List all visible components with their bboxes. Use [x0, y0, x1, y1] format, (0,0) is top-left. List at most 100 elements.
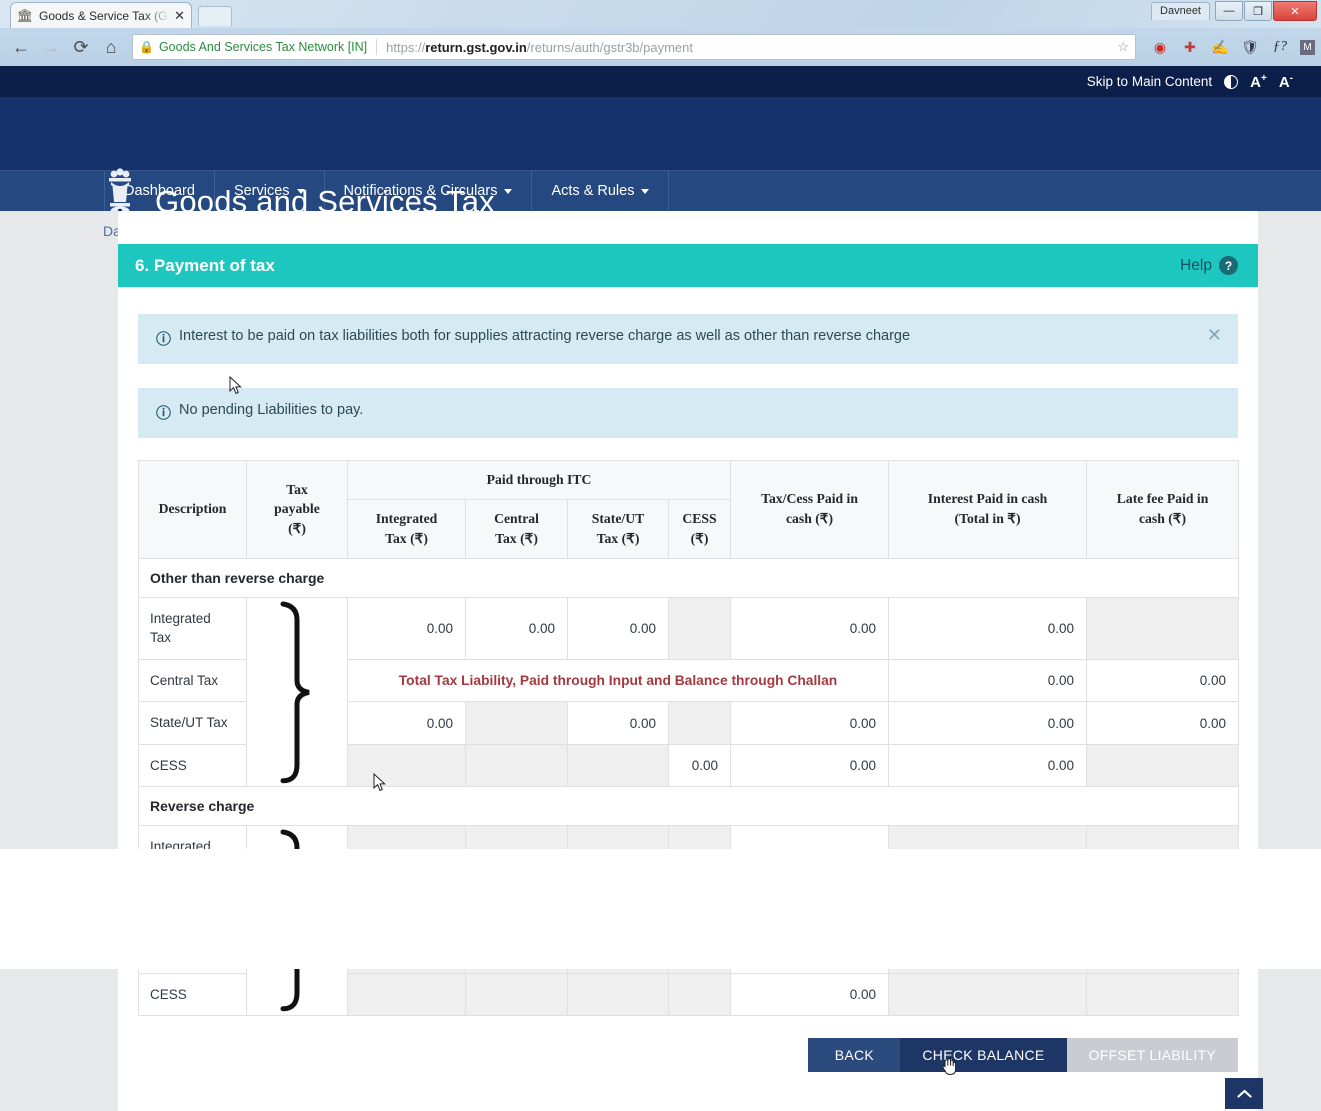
minimize-button[interactable]: —	[1215, 1, 1243, 21]
back-button[interactable]: BACK	[808, 1038, 901, 1073]
url-domain: return.gst.gov.in	[425, 39, 527, 55]
cell-itc-central-tax	[465, 743, 568, 788]
table-header-row-1: Description Tax payable (₹) Paid through…	[138, 460, 1240, 559]
cell-tax-cess-paid-in-cash: 0.00	[730, 972, 890, 1017]
cell-interest-paid-in-cash: 0.00	[888, 743, 1088, 788]
cell-itc-cess	[667, 701, 732, 745]
page-title: 6. Payment of tax	[135, 255, 275, 275]
window-user-chip[interactable]: Davneet	[1151, 2, 1210, 20]
offset-liability-button: OFFSET LIABILITY	[1066, 1038, 1238, 1073]
cell-itc-state-ut-tax: 0.00	[567, 701, 669, 745]
site-header: 👤 MEHTA ▾	[0, 97, 1321, 242]
browser-tab[interactable]: 🏛 Goods & Service Tax (GS ✕	[10, 2, 192, 28]
skip-to-main-content-link[interactable]: Skip to Main Content	[1087, 74, 1212, 89]
row-description: Central Tax	[138, 658, 247, 703]
gst-page: Skip to Main Content A+ A- 👤 MEHTA ▾	[0, 66, 1321, 1111]
url-scheme: https://	[386, 39, 426, 55]
url-path: /returns/auth/gstr3b/payment	[526, 39, 693, 55]
contrast-icon[interactable]	[1224, 74, 1239, 89]
lock-icon: 🔒	[139, 40, 154, 54]
cell-tax-cess-paid-in-cash: 0.00	[730, 743, 890, 788]
scroll-to-top-button[interactable]	[1225, 1078, 1263, 1109]
info-icon: ⓘ	[156, 332, 172, 348]
info-icon: ⓘ	[156, 406, 172, 422]
alert-interest-notice: ⓘ Interest to be paid on tax liabilities…	[138, 314, 1238, 364]
back-arrow-icon[interactable]: ←	[6, 33, 36, 61]
col-itc-central-tax: Central Tax (₹)	[465, 498, 568, 559]
chevron-down-icon	[641, 188, 650, 194]
tab-close-icon[interactable]: ✕	[174, 8, 185, 24]
cell-interest-paid-in-cash	[888, 972, 1088, 1017]
f-question-icon[interactable]: ƒ?	[1270, 37, 1290, 57]
url-text: https://return.gst.gov.in/returns/auth/g…	[386, 40, 693, 55]
maximize-button[interactable]: ❐	[1244, 1, 1272, 21]
cell-tax-cess-paid-in-cash: 0.00	[730, 596, 890, 660]
col-itc-cess: CESS (₹)	[667, 498, 732, 559]
cell-interest-paid-in-cash: 0.00	[888, 658, 1088, 703]
cell-itc-state-ut-tax	[567, 972, 669, 1017]
tab-favicon-emblem-icon: 🏛	[16, 7, 34, 23]
opera-icon[interactable]: ◉	[1150, 37, 1170, 57]
table-row: Integrated Tax 0.00 0.00 0.00 0.00 0.00	[138, 596, 1240, 788]
cell-itc-integrated-tax	[347, 743, 466, 788]
new-tab-button[interactable]	[198, 6, 232, 26]
page-footer-area	[0, 849, 1321, 969]
cell-itc-cess	[667, 596, 732, 660]
site-identity-label: Goods And Services Tax Network [IN]	[158, 40, 368, 54]
nav-item-label: Acts & Rules	[551, 183, 635, 199]
table-section-row: Other than reverse charge	[137, 557, 1240, 598]
m-icon[interactable]: M	[1300, 39, 1315, 55]
shield-icon[interactable]: 🛡	[1240, 37, 1260, 57]
paint-icon[interactable]: ✍	[1210, 37, 1230, 57]
tab-strip: 🏛 Goods & Service Tax (GS ✕	[0, 0, 1321, 28]
col-itc-state-ut-tax: State/UT Tax (₹)	[567, 498, 669, 559]
row-description: State/UT Tax	[138, 701, 247, 745]
row-description: CESS	[138, 743, 247, 788]
table-section-title: Reverse charge	[137, 786, 1240, 827]
font-increase-button[interactable]: A+	[1250, 73, 1267, 91]
reload-icon[interactable]: ⟳	[66, 33, 96, 61]
check-balance-button[interactable]: CHECK BALANCE	[900, 1038, 1067, 1073]
help-link[interactable]: Help ?	[1180, 256, 1238, 275]
cell-itc-cess	[667, 972, 732, 1017]
col-paid-through-itc: Paid through ITC	[346, 460, 732, 500]
help-label: Help	[1180, 256, 1212, 274]
cell-itc-central-tax: 0.00	[465, 596, 568, 660]
tax-payable-brace	[246, 596, 348, 788]
cell-late-fee-paid-in-cash	[1086, 596, 1240, 660]
tab-title: Goods & Service Tax (GS	[39, 8, 171, 23]
addon-icon[interactable]: ✚	[1180, 37, 1200, 57]
question-mark-icon: ?	[1219, 256, 1238, 275]
row-description: CESS	[138, 972, 247, 1017]
font-decrease-button[interactable]: A-	[1279, 73, 1293, 91]
close-window-button[interactable]: ✕	[1273, 1, 1317, 21]
cell-itc-integrated-tax: 0.00	[347, 596, 466, 660]
cell-tax-cess-paid-in-cash: 0.00	[730, 701, 890, 745]
content-panel: 6. Payment of tax Help ? ⓘ Interest to b…	[118, 211, 1258, 1111]
nav-item-acts-rules[interactable]: Acts & Rules	[532, 171, 670, 211]
cell-late-fee-paid-in-cash: 0.00	[1086, 658, 1240, 703]
address-bar[interactable]: 🔒 Goods And Services Tax Network [IN] ht…	[132, 34, 1136, 60]
forward-arrow-icon: →	[42, 36, 60, 57]
cell-itc-integrated-tax: 0.00	[347, 701, 466, 745]
cell-interest-paid-in-cash: 0.00	[888, 701, 1088, 745]
star-icon[interactable]: ☆	[1117, 39, 1129, 55]
col-late-fee-paid-in-cash: Late fee Paid in cash (₹)	[1086, 460, 1240, 559]
home-icon[interactable]: ⌂	[96, 33, 126, 61]
accessibility-topbar: Skip to Main Content A+ A-	[0, 66, 1321, 97]
col-description: Description	[138, 460, 247, 559]
cell-itc-cess: 0.00	[667, 743, 732, 788]
table-note-text: Total Tax Liability, Paid through Input …	[390, 669, 846, 691]
col-tax-cess-paid-in-cash: Tax/Cess Paid in cash (₹)	[730, 460, 890, 559]
table-section-row: Reverse charge	[137, 786, 1240, 827]
close-icon[interactable]: ✕	[1207, 325, 1222, 346]
col-itc-integrated-tax: Integrated Tax (₹)	[347, 498, 466, 559]
cell-late-fee-paid-in-cash: 0.00	[1086, 701, 1240, 745]
cell-late-fee-paid-in-cash	[1086, 743, 1240, 788]
extension-icons: ◉ ✚ ✍ 🛡 ƒ? M	[1142, 37, 1315, 57]
table-section-title: Other than reverse charge	[137, 557, 1240, 598]
page-body: Dashboard›Returns›GSTR3B›Payment of tax …	[0, 211, 1321, 1111]
row-description: Integrated Tax	[138, 596, 247, 660]
cell-itc-central-tax	[465, 701, 568, 745]
col-interest-paid-in-cash: Interest Paid in cash (Total in ₹)	[888, 460, 1088, 559]
